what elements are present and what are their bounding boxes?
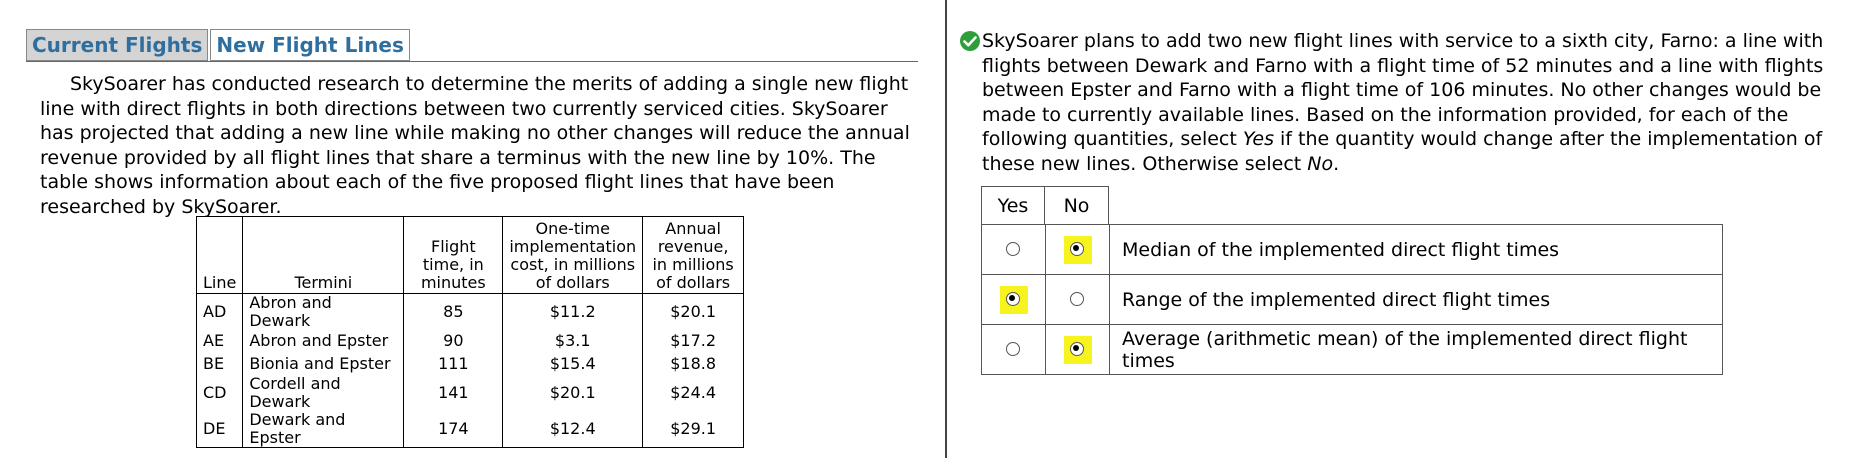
radio-highlight [1063,335,1092,364]
yes-cell [981,224,1046,275]
yes-radio-button[interactable] [1005,291,1020,306]
flight-time-cell: 174 [403,411,504,448]
line-cell: DE [195,411,244,448]
passage-text: SkySoarer has conducted research to dete… [40,72,910,219]
termini-cell: Bionia and Epster [242,352,405,375]
flight-time-cell: 90 [403,330,504,353]
cost-cell: $3.1 [502,330,644,353]
no-radio-button[interactable] [1069,241,1084,256]
check-circle-icon [960,31,980,51]
statement-label: Average (arithmetic mean) of the impleme… [1109,324,1723,375]
line-cell: AD [195,293,244,330]
cost-cell: $20.1 [502,375,644,411]
question-no-word: No [1307,152,1334,175]
answer-matrix: Median of the implemented direct flight … [981,224,1723,375]
table-body: AD Abron and Dewark 85 $11.2 $20.1 AE Abron an… [195,293,745,448]
no-cell [1045,324,1110,375]
table-row: BE Bionia and Epster 111 $15.4 $18.8 [195,352,745,375]
flight-lines-table: Line Termini Flight time, in minutes One… [195,216,745,448]
yes-column-header: Yes [982,187,1045,225]
left-pane: Current Flights New Flight Lines SkySoar… [0,0,945,458]
radio-highlight [1064,286,1092,314]
radio-highlight [1000,336,1028,364]
table-row: CD Cordell and Dewark 141 $20.1 $24.4 [195,375,745,411]
statement-row: Median of the implemented direct flight … [981,224,1723,275]
cost-cell: $15.4 [502,352,644,375]
table-row: AE Abron and Epster 90 $3.1 $17.2 [195,330,745,353]
line-cell: CD [195,375,244,411]
flight-time-cell: 111 [403,352,504,375]
cost-cell: $11.2 [502,293,644,330]
flight-time-cell: 85 [403,293,504,330]
column-header-flight-time: Flight time, in minutes [403,216,504,294]
question-yes-word: Yes [1242,128,1274,150]
tab-divider [26,61,918,62]
statement-row: Average (arithmetic mean) of the impleme… [981,324,1723,375]
no-cell [1045,224,1110,275]
statement-label: Median of the implemented direct flight … [1109,224,1723,275]
yes-cell [981,324,1046,375]
revenue-cell: $24.4 [642,375,745,411]
cost-cell: $12.4 [502,411,644,448]
table-row: AD Abron and Dewark 85 $11.2 $20.1 [195,293,745,330]
no-column-header: No [1063,195,1090,217]
statement-label: Range of the implemented direct flight t… [1109,274,1723,325]
column-header-termini: Termini [242,216,405,294]
termini-cell: Dewark and Epster [242,411,405,448]
tab-new-flight-lines[interactable]: New Flight Lines [210,29,410,61]
tab-bar: Current Flights New Flight Lines [26,29,412,61]
question-text: SkySoarer plans to add two new flight li… [982,29,1852,176]
question-part-3: . [1333,152,1340,175]
answer-matrix-body: Median of the implemented direct flight … [981,224,1723,375]
revenue-cell: $29.1 [642,411,745,448]
radio-highlight [1063,235,1092,264]
line-cell: BE [195,352,244,375]
answer-column-headers: Yes No [981,186,1109,225]
column-header-annual-revenue: Annual revenue, in millions of dollars [642,216,745,294]
revenue-cell: $17.2 [642,330,745,353]
termini-cell: Cordell and Dewark [242,375,405,411]
passage-body: SkySoarer has conducted research to dete… [40,73,910,218]
revenue-cell: $18.8 [642,352,745,375]
yes-radio-button[interactable] [1005,341,1020,356]
no-cell [1045,274,1110,325]
yes-cell [981,274,1046,325]
tab-current-flights[interactable]: Current Flights [26,29,209,61]
revenue-cell: $20.1 [642,293,745,330]
right-pane: SkySoarer plans to add two new flight li… [947,0,1867,458]
no-radio-button[interactable] [1069,291,1084,306]
radio-highlight [1000,236,1028,264]
statement-row: Range of the implemented direct flight t… [981,274,1723,325]
column-header-implementation-cost: One-time implementation cost, in million… [502,216,644,294]
column-header-line: Line [195,216,244,294]
line-cell: AE [195,330,244,353]
radio-highlight [999,285,1028,314]
termini-cell: Abron and Dewark [242,293,405,330]
termini-cell: Abron and Epster [242,330,405,353]
no-radio-button[interactable] [1069,341,1084,356]
table-row: DE Dewark and Epster 174 $12.4 $29.1 [195,411,745,448]
yes-radio-button[interactable] [1005,241,1020,256]
flight-time-cell: 141 [403,375,504,411]
